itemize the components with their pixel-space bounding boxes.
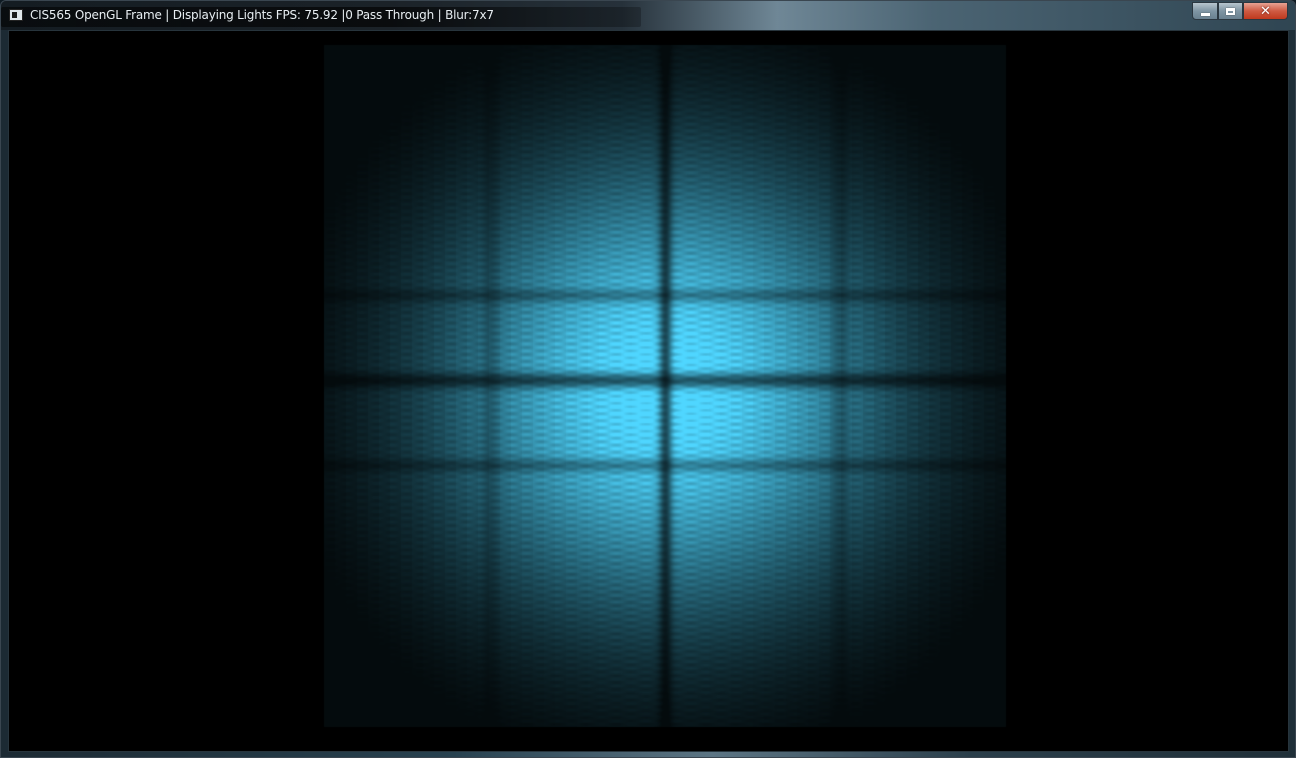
title-bar[interactable]: CIS565 OpenGL Frame | Displaying Lights … xyxy=(1,1,1295,30)
close-button[interactable]: ✕ xyxy=(1243,2,1288,20)
close-icon: ✕ xyxy=(1260,3,1271,19)
render-viewport[interactable] xyxy=(8,30,1289,752)
minimize-button[interactable] xyxy=(1192,2,1218,20)
maximize-button[interactable] xyxy=(1218,2,1243,20)
app-window-icon[interactable] xyxy=(9,9,23,21)
maximize-icon xyxy=(1226,7,1235,15)
minimize-icon xyxy=(1200,12,1210,16)
window-controls: ✕ xyxy=(1192,2,1288,21)
window-title: CIS565 OpenGL Frame | Displaying Lights … xyxy=(30,8,494,22)
rendered-lights-canvas xyxy=(9,31,1288,751)
app-window: CIS565 OpenGL Frame | Displaying Lights … xyxy=(0,0,1296,758)
